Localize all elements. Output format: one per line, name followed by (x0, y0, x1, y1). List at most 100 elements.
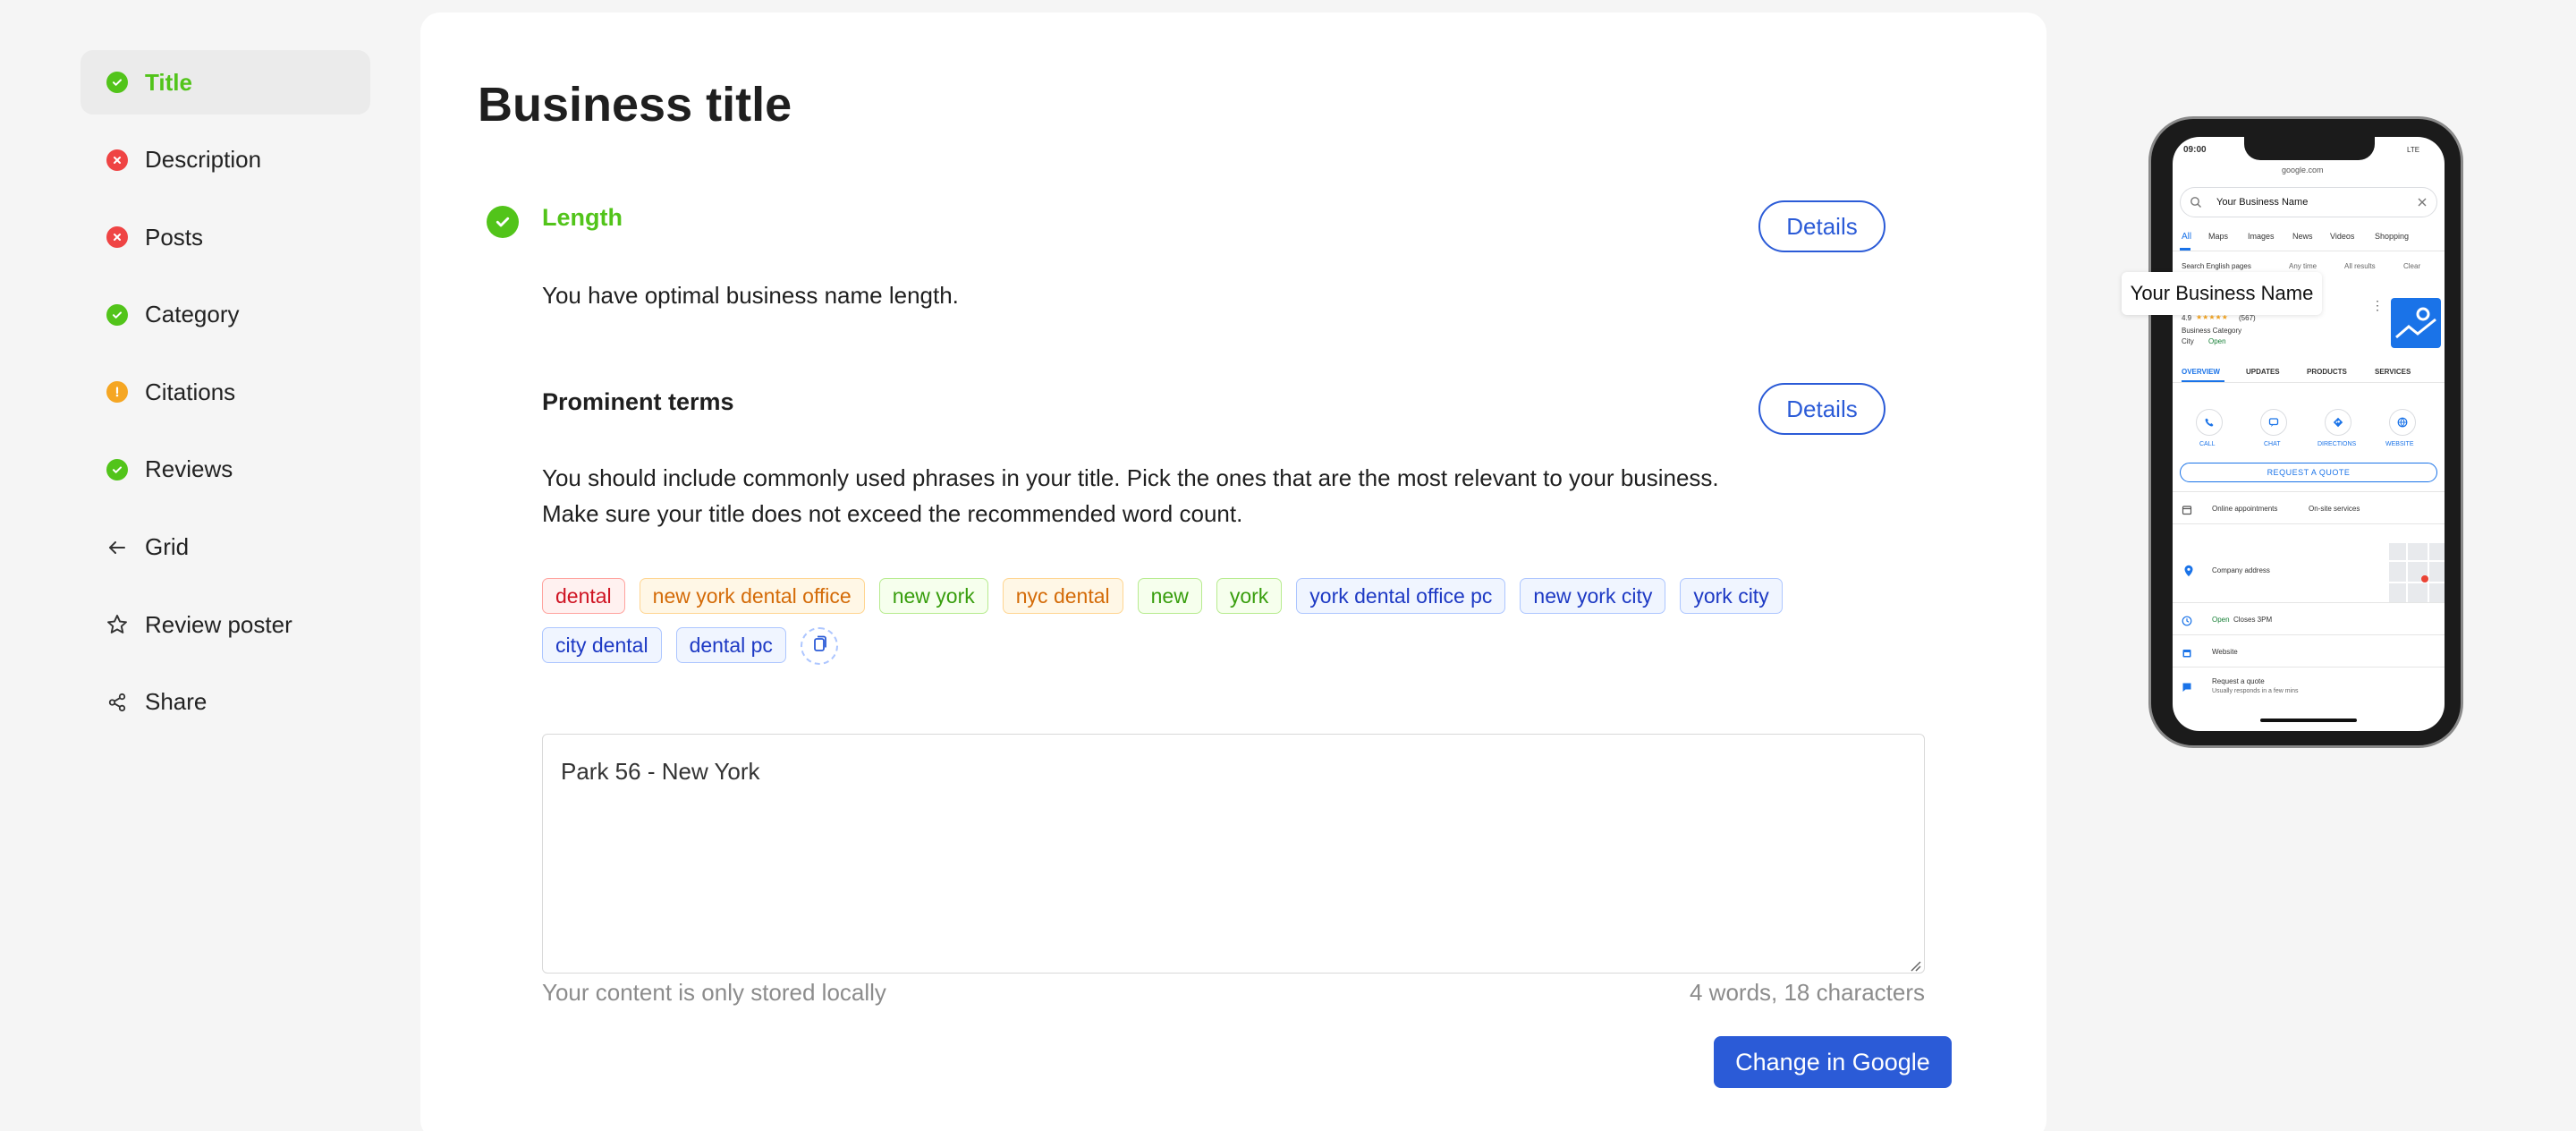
check-circle-icon (106, 71, 129, 94)
preview-responds: Usually responds in a few mins (2212, 688, 2299, 694)
star-icon (106, 613, 129, 636)
preview-divider (2173, 491, 2445, 492)
sidebar-item-label: Reviews (145, 455, 233, 483)
sidebar-item-reviews[interactable]: Reviews (80, 438, 370, 502)
preview-category: Business Category (2182, 327, 2242, 335)
sidebar-item-label: Citations (145, 378, 236, 405)
sidebar-item-posts[interactable]: Posts (80, 205, 370, 269)
check-circle-icon (487, 206, 519, 238)
change-in-google-button[interactable]: Change in Google (1714, 1036, 1952, 1088)
term-tag[interactable]: city dental (542, 627, 662, 663)
status-network: LTE (2407, 146, 2420, 154)
preview-divider (2173, 523, 2445, 524)
preview-tab: All (2182, 232, 2192, 242)
website-icon (2389, 409, 2416, 436)
location-pin-icon (2183, 565, 2194, 577)
arrow-left-icon (106, 536, 129, 559)
term-tag[interactable]: dental (542, 578, 625, 614)
prominent-text-line1: You should include commonly used phrases… (542, 464, 1719, 491)
sidebar-item-description[interactable]: Description (80, 128, 370, 192)
preview-request-quote-button: REQUEST A QUOTE (2180, 463, 2437, 482)
main-card: Business title Length Details You have o… (420, 13, 2046, 1131)
preview-city: City (2182, 337, 2194, 345)
preview-divider (2173, 382, 2445, 383)
check-circle-icon (106, 303, 129, 327)
preview-tab: Videos (2330, 232, 2355, 241)
sidebar-item-label: Title (145, 68, 192, 96)
term-tag[interactable]: nyc dental (1002, 578, 1123, 614)
sidebar-item-category[interactable]: Category (80, 283, 370, 347)
sidebar-item-label: Grid (145, 533, 190, 561)
call-icon (2196, 409, 2223, 436)
preview-tab: Images (2248, 232, 2275, 241)
preview-onsite: On-site services (2309, 505, 2360, 513)
preview-section-tab: PRODUCTS (2307, 368, 2347, 376)
length-text: You have optimal business name length. (542, 282, 959, 309)
sidebar-item-review-poster[interactable]: Review poster (80, 592, 370, 657)
preview-hours-close: Closes 3PM (2233, 616, 2273, 624)
sidebar-item-grid[interactable]: Grid (80, 515, 370, 580)
term-tag[interactable]: new york city (1520, 578, 1666, 614)
preview-divider (2173, 667, 2445, 668)
check-circle-icon (106, 458, 129, 481)
sidebar-item-label: Description (145, 146, 262, 174)
preview-review-count: (567) (2239, 314, 2256, 322)
term-tag[interactable]: york dental office pc (1296, 578, 1506, 614)
term-tag[interactable]: york city (1680, 578, 1783, 614)
preview-online: Online appointments (2212, 505, 2278, 513)
page-title: Business title (478, 78, 792, 132)
sidebar-item-label: Share (145, 688, 208, 716)
preview-action-label: CHAT (2264, 441, 2281, 447)
word-count: 4 words, 18 characters (1689, 979, 1925, 1006)
copy-icon (810, 634, 828, 659)
preview-hours-open: Open (2212, 616, 2230, 624)
business-title-input[interactable] (542, 734, 1925, 974)
preview-tab: News (2292, 232, 2313, 241)
term-tag[interactable]: dental pc (675, 627, 786, 663)
url-bar: google.com (2282, 166, 2324, 174)
error-circle-icon (106, 225, 129, 249)
status-time: 09:00 (2183, 145, 2207, 155)
preview-address: Company address (2212, 566, 2270, 574)
sidebar-item-title[interactable]: Title (80, 50, 370, 115)
business-photo (2391, 298, 2441, 348)
sidebar-item-citations[interactable]: Citations (80, 360, 370, 424)
preview-request: Request a quote (2212, 677, 2265, 685)
warning-circle-icon (106, 380, 129, 404)
preview-tab-indicator (2180, 248, 2190, 251)
preview-tab: Shopping (2375, 232, 2410, 241)
preview-section-tab: OVERVIEW (2182, 368, 2220, 376)
preview-filter: Search English pages (2182, 262, 2251, 270)
storage-note: Your content is only stored locally (542, 979, 886, 1006)
length-details-button[interactable]: Details (1758, 200, 1885, 252)
preview-divider (2173, 602, 2445, 603)
preview-divider (2173, 634, 2445, 635)
preview-action-label: WEBSITE (2385, 441, 2414, 447)
preview-website: Website (2212, 648, 2238, 656)
preview-filter: Clear (2403, 262, 2421, 270)
home-indicator (2260, 719, 2357, 722)
resize-handle-icon[interactable] (1909, 959, 1921, 976)
term-tag[interactable]: new york (878, 578, 988, 614)
sidebar-item-label: Review poster (145, 610, 292, 638)
term-tag[interactable]: york (1216, 578, 1283, 614)
phone-preview: 09:00 LTE google.com Your Business Name … (2148, 116, 2463, 748)
clock-icon (2182, 615, 2192, 626)
preview-section-tab: SERVICES (2375, 368, 2411, 376)
more-vertical-icon: ⋮ (2371, 298, 2384, 312)
prominent-details-button[interactable]: Details (1758, 383, 1885, 435)
message-icon (2182, 681, 2192, 692)
calendar-icon (2182, 504, 2192, 515)
term-tag[interactable]: new (1137, 578, 1202, 614)
preview-open: Open (2208, 337, 2226, 345)
sidebar-item-share[interactable]: Share (80, 670, 370, 735)
sidebar-item-label: Posts (145, 223, 204, 251)
copy-tags-button[interactable] (800, 627, 838, 665)
prominent-text-line2: Make sure your title does not exceed the… (542, 500, 1243, 527)
term-tag[interactable]: new york dental office (639, 578, 865, 614)
search-icon (2190, 196, 2202, 213)
business-name-tooltip: Your Business Name (2122, 272, 2322, 315)
preview-filter: Any time (2289, 262, 2318, 270)
preview-action-label: DIRECTIONS (2318, 441, 2357, 447)
sidebar-item-label: Category (145, 301, 240, 328)
